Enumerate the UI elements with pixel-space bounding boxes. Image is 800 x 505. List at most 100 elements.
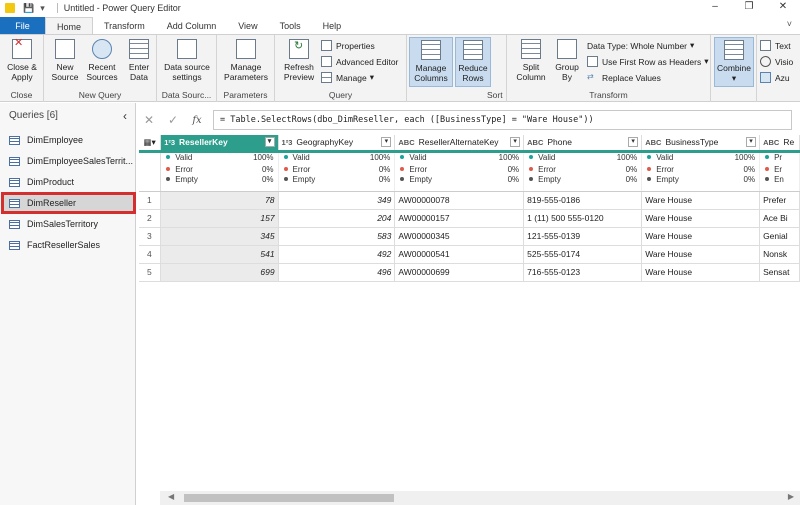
filter-dropdown-icon[interactable]: ▾ [628,137,639,147]
filter-dropdown-icon[interactable]: ▾ [381,137,392,147]
table-cell[interactable]: 819-555-0186 [523,191,643,210]
table-cell[interactable]: Ware House [641,209,761,228]
query-item-dimsalesterritory[interactable]: DimSalesTerritory [3,215,134,233]
row-number-cell[interactable]: 3 [139,227,162,246]
new-source-button[interactable]: New Source [48,39,82,82]
minimize-button[interactable]: – [698,0,732,16]
table-cell[interactable]: Nonsk [759,245,800,264]
table-cell[interactable]: 204 [278,209,396,228]
table-cell[interactable]: 345 [160,227,279,246]
column-header-next[interactable]: ABC Re [759,135,800,153]
table-cell[interactable]: AW00000078 [394,191,525,210]
horizontal-scrollbar[interactable]: ◀ ▶ [160,491,800,505]
table-cell[interactable]: 496 [278,263,396,282]
close-window-button[interactable]: ✕ [766,0,800,16]
table-cell[interactable]: Ware House [641,263,761,282]
close-apply-button[interactable]: ✕ Close & Apply [3,38,41,83]
table-menu-icon[interactable]: ▦▾ [139,135,162,153]
collapse-ribbon-icon[interactable]: ˅ [787,19,792,29]
manage-columns-button[interactable]: Manage Columns [409,37,453,87]
type-icon[interactable]: ABC [527,138,543,147]
row-number-cell[interactable]: 4 [139,245,162,264]
tab-file[interactable]: File [0,17,45,35]
table-row[interactable]: 3 345 583 AW00000345 121-555-0139 Ware House G… [139,227,800,246]
combine-button[interactable]: Combine ▾ [714,37,754,87]
table-cell[interactable]: AW00000157 [394,209,525,228]
replace-values-button[interactable]: ⇄ Replace Values [587,72,661,83]
table-cell[interactable]: Sensat [759,263,800,282]
scroll-left-icon[interactable]: ◀ [168,492,174,501]
table-cell[interactable]: Ace Bi [759,209,800,228]
data-source-settings-button[interactable]: Data source settings [160,39,214,82]
table-cell[interactable]: 349 [278,191,396,210]
table-cell[interactable]: 541 [160,245,279,264]
table-cell[interactable]: 492 [278,245,396,264]
tab-view[interactable]: View [227,17,268,35]
tab-home[interactable]: Home [45,17,94,35]
manage-query-button[interactable]: Manage ▾ [321,72,374,83]
table-cell[interactable]: 78 [160,191,279,210]
query-item-dimproduct[interactable]: DimProduct [3,173,134,191]
filter-dropdown-icon[interactable]: ▾ [510,137,521,147]
enter-data-button[interactable]: Enter Data [124,39,154,82]
table-row[interactable]: 5 699 496 AW00000699 716-555-0123 Ware House S… [139,263,800,282]
query-item-factresellersales[interactable]: FactResellerSales [3,236,134,254]
table-cell[interactable]: Ware House [641,245,761,264]
table-cell[interactable]: 699 [160,263,279,282]
table-cell[interactable]: Genial [759,227,800,246]
row-number-cell[interactable]: 5 [139,263,162,282]
column-header-reselleralternatekey[interactable]: ABC ResellerAlternateKey ▾ [394,135,525,153]
text-analytics-button[interactable]: Text [760,40,791,51]
commit-formula-icon[interactable]: ✓ [161,113,185,127]
manage-parameters-button[interactable]: Manage Parameters [219,39,273,82]
table-cell[interactable]: 1 (11) 500 555-0120 [523,209,643,228]
advanced-editor-button[interactable]: Advanced Editor [321,56,398,67]
column-header-businesstype[interactable]: ABC BusinessType ▾ [641,135,761,153]
column-header-geographykey[interactable]: 1²3 GeographyKey ▾ [278,135,396,153]
filter-dropdown-icon[interactable]: ▾ [264,137,275,147]
query-item-dimreseller[interactable]: DimReseller [1,192,136,214]
use-first-row-headers-button[interactable]: Use First Row as Headers ▾ [587,56,708,67]
formula-input[interactable]: = Table.SelectRows(dbo_DimReseller, each… [213,110,792,130]
vision-button[interactable]: Visio [760,56,793,67]
save-icon[interactable]: 💾 [23,3,34,14]
fx-icon[interactable]: fx [185,115,209,126]
tab-transform[interactable]: Transform [93,17,156,35]
row-number-cell[interactable]: 2 [139,209,162,228]
table-cell[interactable]: 525-555-0174 [523,245,643,264]
table-cell[interactable]: 157 [160,209,279,228]
table-cell[interactable]: Prefer [759,191,800,210]
azure-ml-button[interactable]: Azu [760,72,790,83]
table-row[interactable]: 1 78 349 AW00000078 819-555-0186 Ware House Pr… [139,191,800,210]
table-cell[interactable]: 583 [278,227,396,246]
type-icon[interactable]: 1²3 [282,138,293,147]
scrollbar-thumb[interactable] [184,494,394,502]
type-icon[interactable]: ABC [398,138,414,147]
table-cell[interactable]: 121-555-0139 [523,227,643,246]
tab-add-column[interactable]: Add Column [156,17,228,35]
type-icon[interactable]: ABC [763,138,779,147]
reduce-rows-button[interactable]: Reduce Rows [455,37,491,87]
type-icon[interactable]: ABC [645,138,661,147]
tab-tools[interactable]: Tools [269,17,312,35]
table-cell[interactable]: AW00000345 [394,227,525,246]
table-cell[interactable]: Ware House [641,191,761,210]
maximize-button[interactable]: ❐ [732,0,766,16]
query-item-dimemployee[interactable]: DimEmployee [3,131,134,149]
table-row[interactable]: 4 541 492 AW00000541 525-555-0174 Ware House N… [139,245,800,264]
table-cell[interactable]: AW00000541 [394,245,525,264]
tab-help[interactable]: Help [312,17,353,35]
undo-icon[interactable]: ▾ [40,3,45,14]
type-icon[interactable]: 1²3 [164,138,175,147]
collapse-queries-icon[interactable]: ‹ [123,103,127,129]
properties-button[interactable]: Properties [321,40,375,51]
data-type-dropdown[interactable]: Data Type: Whole Number ▾ [587,40,694,51]
column-header-phone[interactable]: ABC Phone ▾ [523,135,643,153]
row-number-cell[interactable]: 1 [139,191,162,210]
cancel-formula-icon[interactable]: ✕ [137,113,161,127]
table-row[interactable]: 2 157 204 AW00000157 1 (11) 500 555-0120 Ware… [139,209,800,228]
column-header-resellerkey[interactable]: 1²3 ResellerKey ▾ [160,135,279,153]
refresh-preview-button[interactable]: ↻ Refresh Preview [279,39,319,82]
query-item-dimemployeesalesterritory[interactable]: DimEmployeeSalesTerrit... [3,152,134,170]
table-cell[interactable]: Ware House [641,227,761,246]
